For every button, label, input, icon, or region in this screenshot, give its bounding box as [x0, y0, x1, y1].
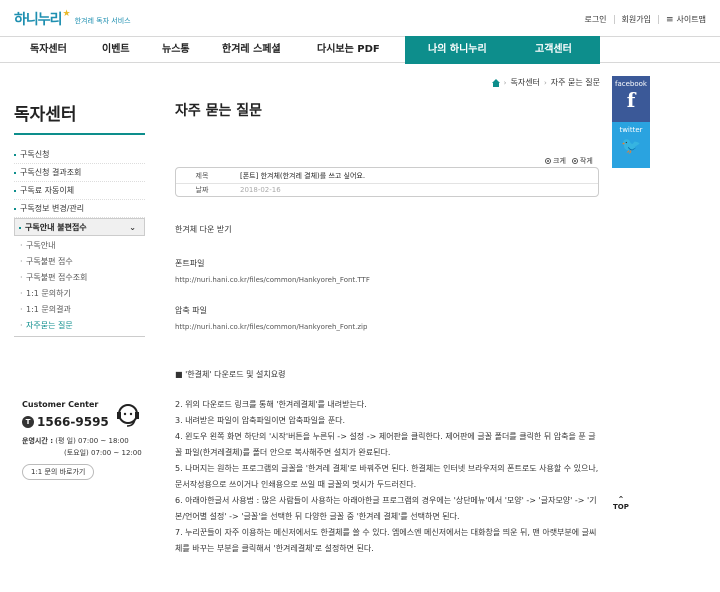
font-bigger-button[interactable]: 크게: [545, 156, 566, 166]
sidebar-subitem-complaint-lookup[interactable]: 구독불편 접수조회: [14, 270, 145, 286]
utility-menu: 로그인 회원가입 ≡ 사이트맵: [584, 14, 706, 25]
subject-value: [폰트] 한겨체(한겨레 결체)를 쓰고 싶어요.: [240, 171, 366, 180]
sidebar-title-underline: [14, 133, 145, 135]
facebook-button[interactable]: facebook f: [612, 76, 650, 122]
facebook-icon: f: [626, 88, 636, 112]
body-text: 2. 위의 다운로드 링크를 통해 '한겨레결체'를 내려받는다.: [175, 400, 367, 409]
phone-icon: T: [22, 416, 34, 428]
font-file-link[interactable]: http://nuri.hani.co.kr/files/common/Hank…: [175, 272, 600, 288]
chevron-right-icon: ›: [543, 78, 547, 87]
sidebar-item-guide-complaints[interactable]: 구독안내 불편접수 ⌄: [14, 218, 145, 236]
nav-special[interactable]: 한겨레 스페셜: [222, 37, 281, 63]
radio-icon: [571, 158, 578, 164]
breadcrumb-current: 자주 묻는 질문: [550, 78, 600, 87]
home-icon[interactable]: [491, 78, 500, 87]
top-label: TOP: [613, 503, 629, 511]
meta-row-date: 날짜 2018-02-16: [176, 183, 598, 196]
main-nav: 독자센터 이벤트 뉴스통 한겨레 스페셜 다시보는 PDF 나의 하니누리 고객…: [0, 36, 720, 64]
body-text: 5. 나머지는 원하는 프로그램의 글꼴을 '한겨레 결체'로 바꿔주면 된다.…: [175, 464, 599, 489]
sidebar-item-label: 구독안내 불편접수: [25, 223, 87, 232]
font-size-controls: 크게 작게: [545, 156, 593, 166]
date-label: 날짜: [195, 186, 209, 194]
operating-hours: 운영시간 : (평 일) 07:00 ~ 18:00 (토요일) 07:00 ~…: [22, 435, 152, 459]
subject-label: 제목: [195, 171, 209, 180]
font-smaller-label: 작게: [579, 157, 593, 165]
chevron-right-icon: ›: [503, 78, 507, 87]
sidebar-submenu: 구독안내 구독불편 접수 구독불편 접수조회 1:1 문의하기 1:1 문의결과…: [14, 236, 145, 337]
zip-file-link[interactable]: http://nuri.hani.co.kr/files/common/Hank…: [175, 319, 600, 335]
phone-number: 1566-9595: [37, 415, 109, 429]
breadcrumb: › 독자센터 › 자주 묻는 질문: [491, 77, 600, 88]
date-value: 2018-02-16: [240, 186, 281, 194]
article-body: 한겨체 다운 받기 폰트파일 http://nuri.hani.co.kr/fi…: [175, 222, 600, 557]
font-bigger-label: 크게: [553, 157, 566, 165]
body-text: 3. 내려받은 파일이 압축파일이면 압축파일을 푼다.: [175, 416, 346, 425]
login-link[interactable]: 로그인: [584, 14, 606, 25]
page-title: 자주 묻는 질문: [175, 103, 263, 119]
divider: [658, 15, 659, 24]
body-text: ■ '한결체' 다운로드 및 설치요령: [175, 370, 286, 379]
nav-customer-center[interactable]: 고객센터: [535, 37, 572, 63]
logo-text: 하니누리: [14, 12, 63, 28]
join-link[interactable]: 회원가입: [622, 14, 651, 25]
sidebar-menu: 구독신청 구독신청 결과조회 구독료 자동이체 구독정보 변경/관리 구독안내 …: [14, 146, 145, 337]
headset-icon: [117, 404, 139, 427]
hours-saturday: (토요일) 07:00 ~ 12:00: [64, 449, 142, 457]
customer-center: Customer Center T 1566-9595 운영시간 : (평 일)…: [22, 400, 152, 480]
twitter-button[interactable]: twitter 🐦: [612, 122, 650, 168]
sidebar-subitem-guide[interactable]: 구독안내: [14, 238, 145, 254]
body-text: 4. 윈도우 왼쪽 화면 하단의 '시작'버튼을 누른뒤 -> 설정 -> 제어…: [175, 432, 596, 457]
inquiry-shortcut-button[interactable]: 1:1 문의 바로가기: [22, 464, 95, 480]
nav-pdf[interactable]: 다시보는 PDF: [317, 37, 380, 63]
scroll-top-button[interactable]: ⌃ TOP: [613, 496, 629, 512]
sidebar-item-subscribe-result[interactable]: 구독신청 결과조회: [14, 164, 145, 182]
star-icon: ★: [62, 9, 71, 19]
hours-weekday: (평 일) 07:00 ~ 18:00: [55, 437, 129, 445]
radio-icon: [545, 158, 551, 164]
nav-my-haninuri[interactable]: 나의 하니누리: [428, 37, 487, 63]
meta-row-subject: 제목 [폰트] 한겨체(한겨레 결체)를 쓰고 싶어요.: [176, 168, 598, 183]
nav-reader-center[interactable]: 독자센터: [30, 37, 67, 63]
sidebar-item-manage[interactable]: 구독정보 변경/관리: [14, 200, 145, 218]
menu-icon: ≡: [666, 14, 674, 25]
chevron-down-icon: ⌄: [129, 223, 136, 232]
sidebar-subitem-inquiry[interactable]: 1:1 문의하기: [14, 286, 145, 302]
body-text: 압축 파일: [175, 306, 207, 315]
logo[interactable]: 하니누리 ★ 한겨레 독자 서비스: [14, 7, 131, 29]
body-text: 폰트파일: [175, 259, 205, 268]
sidebar-subitem-inquiry-result[interactable]: 1:1 문의결과: [14, 302, 145, 318]
divider: [613, 15, 615, 24]
logo-subtitle: 한겨레 독자 서비스: [74, 17, 131, 25]
body-text: 한겨체 다운 받기: [175, 225, 232, 234]
body-text: 7. 누리꾼들이 자주 이용하는 메신저에서도 한결체를 쓸 수 있다. 엠에스…: [175, 528, 597, 553]
facebook-label: facebook: [615, 80, 647, 88]
sidebar-subitem-complaint[interactable]: 구독불편 접수: [14, 254, 145, 270]
twitter-icon: 🐦: [621, 136, 641, 155]
hours-label: 운영시간 :: [22, 437, 53, 445]
nav-highlight-area: 나의 하니누리 고객센터: [405, 36, 600, 64]
breadcrumb-item[interactable]: 독자센터: [510, 77, 539, 88]
font-smaller-button[interactable]: 작게: [571, 156, 593, 166]
sidebar-title: 독자센터: [14, 105, 77, 125]
article-meta: 제목 [폰트] 한겨체(한겨레 결체)를 쓰고 싶어요. 날짜 2018-02-…: [175, 167, 599, 197]
nav-newstong[interactable]: 뉴스통: [162, 37, 190, 63]
nav-event[interactable]: 이벤트: [102, 37, 130, 63]
sitemap-link[interactable]: 사이트맵: [677, 14, 706, 25]
body-text: 6. 아래아한글서 사용법 : 많은 사람들이 사용하는 아래아한글 프로그램의…: [175, 496, 597, 521]
sidebar-item-autopay[interactable]: 구독료 자동이체: [14, 182, 145, 200]
sidebar-item-subscribe[interactable]: 구독신청: [14, 146, 145, 164]
twitter-label: twitter: [619, 126, 643, 134]
social-share: facebook f twitter 🐦: [612, 76, 650, 168]
sidebar-subitem-faq[interactable]: 자주묻는 질문: [14, 318, 145, 334]
